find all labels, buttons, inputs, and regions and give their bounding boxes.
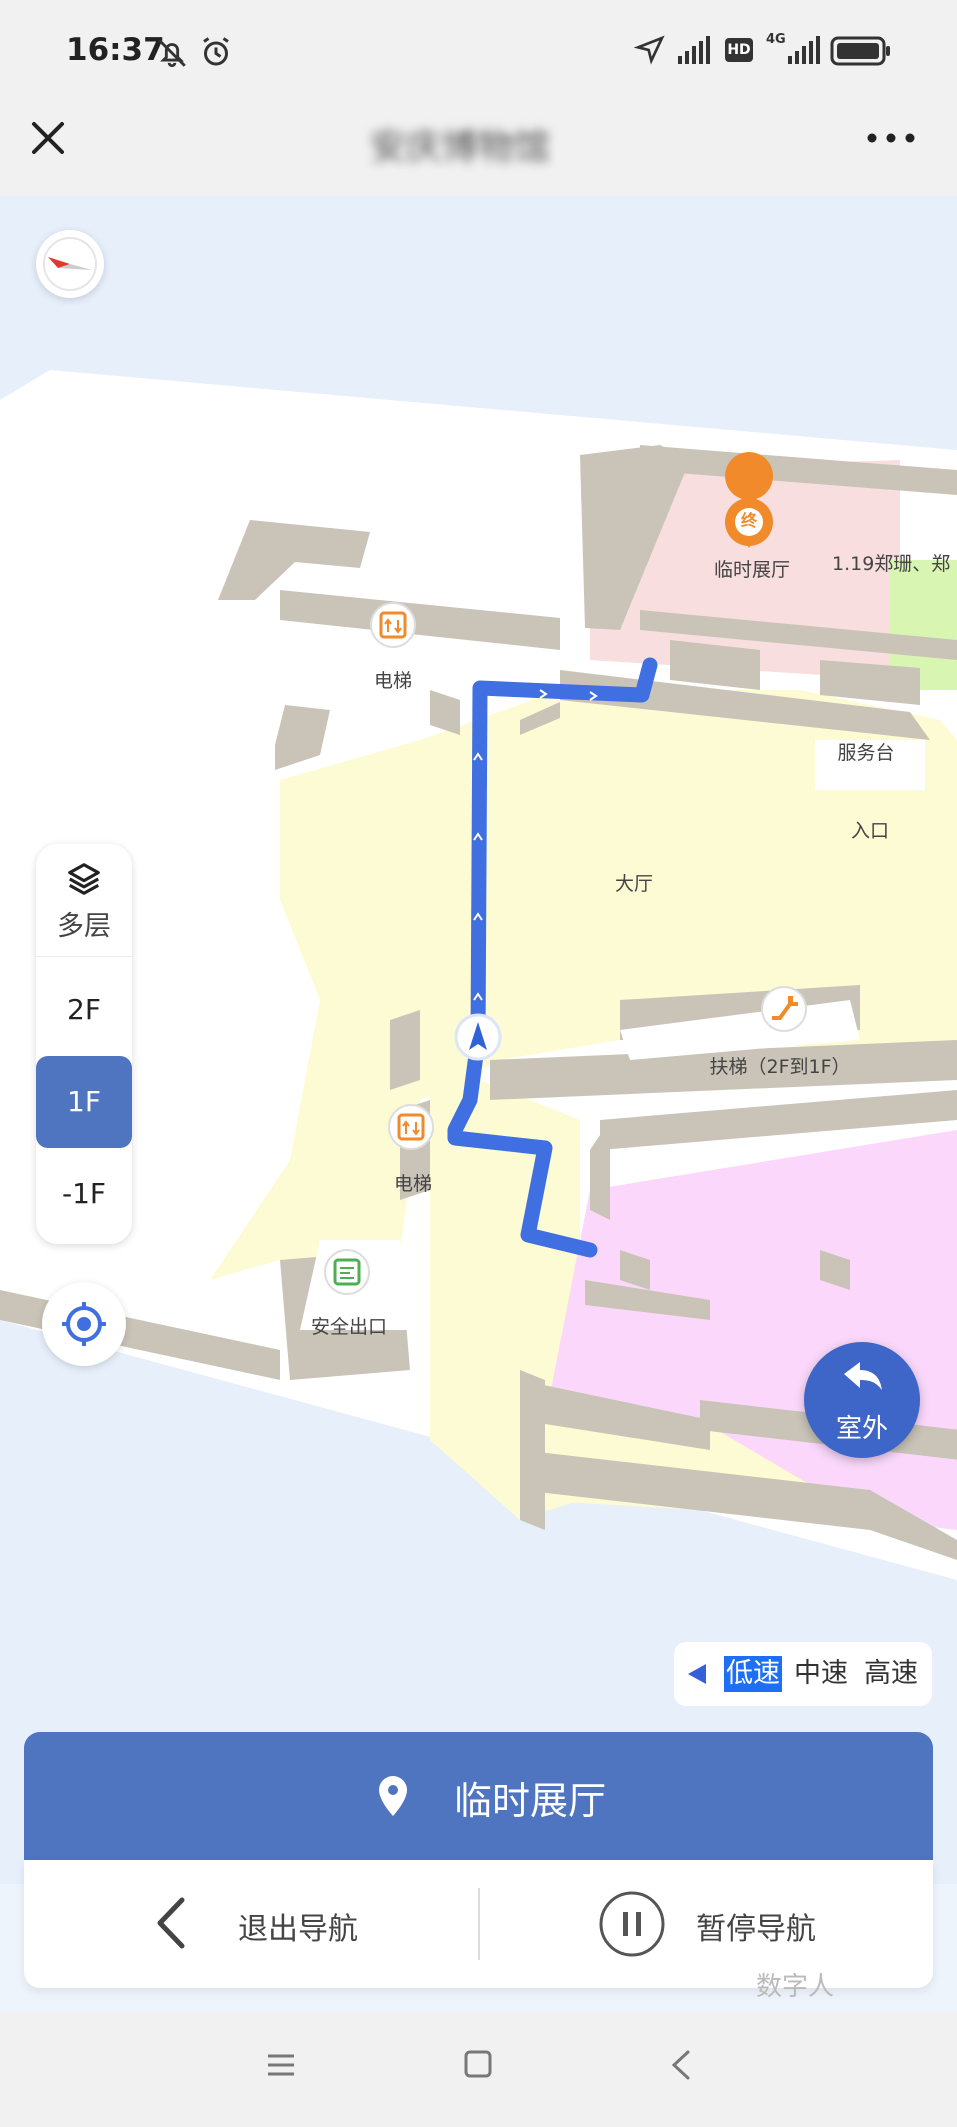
bell-off-icon bbox=[158, 39, 186, 68]
menu-icon[interactable] bbox=[266, 2050, 296, 2080]
hd-badge: HD bbox=[725, 38, 753, 62]
destination-bar[interactable]: 临时展厅 bbox=[24, 1732, 933, 1860]
alarm-icon bbox=[203, 37, 229, 66]
map-label-entrance: 入口 bbox=[850, 820, 890, 842]
speed-mid[interactable]: 中速 bbox=[794, 1656, 848, 1692]
elevator-icon-bottom bbox=[388, 1104, 434, 1150]
layers-toggle[interactable]: 多层 bbox=[36, 844, 132, 957]
exit-navigation-button[interactable]: 退出导航 bbox=[24, 1860, 478, 1988]
pause-navigation-label: 暂停导航 bbox=[696, 1912, 816, 1947]
locate-button[interactable] bbox=[42, 1282, 126, 1366]
floor-2f[interactable]: 2F bbox=[36, 964, 132, 1056]
partial-text: 数字人 bbox=[756, 1972, 835, 2002]
safety-exit-icon bbox=[324, 1249, 370, 1295]
map-label-elevator-top: 电梯 bbox=[373, 670, 413, 692]
escalator-icon bbox=[761, 986, 807, 1032]
close-icon[interactable] bbox=[28, 118, 68, 158]
destination-name: 临时展厅 bbox=[454, 1779, 607, 1823]
destination-pin-label: 终 bbox=[740, 511, 758, 530]
network-type: 4G bbox=[766, 32, 786, 47]
floor-minus1f[interactable]: -1F bbox=[36, 1148, 132, 1240]
system-nav-bar bbox=[0, 2012, 957, 2127]
location-arrow-icon bbox=[634, 35, 665, 65]
map-label-service-desk: 服务台 bbox=[837, 742, 895, 764]
speed-selector: 低速 中速 高速 bbox=[674, 1642, 932, 1706]
floor-switcher: 多层 2F 1F -1F bbox=[36, 844, 132, 1244]
map-label-safety-exit: 安全出口 bbox=[310, 1316, 388, 1338]
status-time: 16:37 bbox=[66, 32, 165, 68]
more-icon[interactable] bbox=[866, 130, 916, 146]
outdoor-label: 室外 bbox=[835, 1414, 888, 1444]
current-location-marker bbox=[454, 1013, 502, 1061]
home-icon[interactable] bbox=[462, 2048, 494, 2080]
layers-label: 多层 bbox=[57, 911, 111, 942]
chevron-left-icon bbox=[157, 1897, 185, 1949]
page-title: 安庆博物馆 bbox=[370, 127, 551, 168]
location-pin-icon bbox=[379, 1776, 407, 1816]
pause-icon bbox=[599, 1891, 665, 1957]
pause-navigation-button[interactable]: 暂停导航 bbox=[480, 1860, 933, 1988]
status-bar: 16:37 HD 4G bbox=[0, 0, 957, 100]
map-label-escalator: 扶梯（2F到1F） bbox=[709, 1056, 851, 1078]
map-label-elevator-bottom: 电梯 bbox=[393, 1173, 433, 1195]
outdoor-button[interactable]: 室外 bbox=[804, 1342, 920, 1458]
compass-button[interactable] bbox=[36, 230, 104, 298]
compass-icon bbox=[43, 237, 97, 291]
floor-1f[interactable]: 1F bbox=[36, 1056, 132, 1148]
map-label-shop: 1.19郑珊、郑 bbox=[832, 553, 951, 575]
signal-icon-2 bbox=[788, 36, 820, 64]
battery-icon bbox=[830, 36, 890, 66]
locate-icon bbox=[62, 1302, 106, 1346]
play-left-icon[interactable] bbox=[686, 1662, 708, 1686]
map-label-hall: 大厅 bbox=[614, 873, 654, 895]
map-label-temp-hall: 临时展厅 bbox=[713, 559, 791, 581]
return-arrow-icon bbox=[844, 1362, 882, 1390]
map-canvas bbox=[0, 370, 957, 1580]
speed-high[interactable]: 高速 bbox=[864, 1656, 918, 1692]
indoor-map[interactable]: 终 临时展厅 1.19郑珊、郑 电梯 服务台 入口 大厅 扶梯（2F到1F） 电… bbox=[0, 196, 957, 1884]
layers-icon bbox=[68, 863, 100, 895]
elevator-icon-top bbox=[370, 602, 416, 648]
exit-navigation-label: 退出导航 bbox=[238, 1912, 358, 1947]
signal-icon bbox=[678, 36, 710, 64]
speed-low[interactable]: 低速 bbox=[724, 1656, 782, 1692]
back-icon[interactable] bbox=[668, 2048, 694, 2082]
